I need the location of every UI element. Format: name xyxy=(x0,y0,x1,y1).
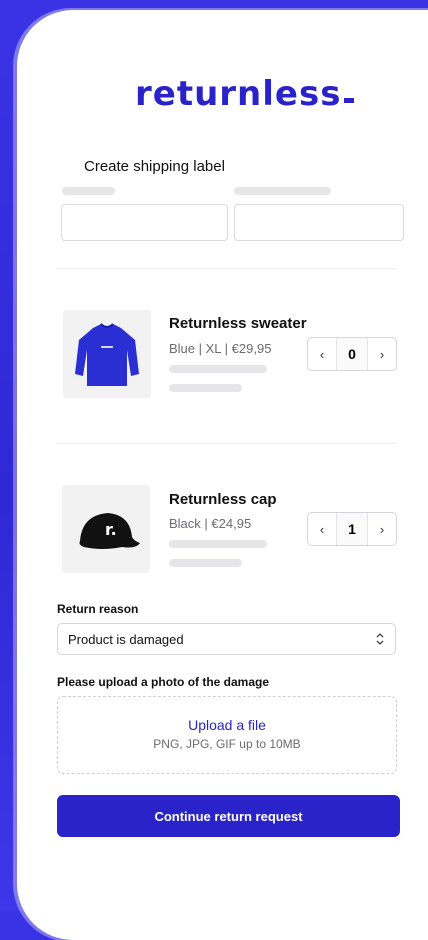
divider xyxy=(57,268,397,269)
decrement-button[interactable]: ‹ xyxy=(308,338,336,370)
continue-return-request-button[interactable]: Continue return request xyxy=(57,795,400,837)
field-label-placeholder-1 xyxy=(62,187,115,195)
upload-hint: PNG, JPG, GIF up to 10MB xyxy=(153,737,301,751)
logo-text: returnless xyxy=(135,74,342,114)
upload-label: Please upload a photo of the damage xyxy=(57,675,270,689)
increment-button[interactable]: › xyxy=(368,513,396,545)
text-field-1[interactable] xyxy=(61,204,228,241)
quantity-stepper-sweater[interactable]: ‹ 0 › xyxy=(307,337,397,371)
quantity-value: 1 xyxy=(336,513,368,545)
product-placeholder-line xyxy=(169,559,242,567)
black-cap-image: r. xyxy=(79,513,140,549)
product-placeholder-line xyxy=(169,384,242,392)
divider xyxy=(57,443,397,444)
product-color: Blue xyxy=(169,341,196,356)
decrement-button[interactable]: ‹ xyxy=(308,513,336,545)
returnless-logo: returnless xyxy=(135,74,355,114)
product-price: €24,95 xyxy=(211,516,252,531)
product-placeholder-line xyxy=(169,365,267,373)
product-size: XL xyxy=(205,341,222,356)
select-chevron-icon xyxy=(376,633,384,645)
product-image-sweater xyxy=(63,310,151,398)
text-field-2[interactable] xyxy=(234,204,404,241)
return-reason-value: Product is damaged xyxy=(68,631,184,647)
logo-mark xyxy=(344,98,355,103)
svg-text:r.: r. xyxy=(105,520,117,539)
product-price: €29,95 xyxy=(231,341,272,356)
upload-file-link[interactable]: Upload a file xyxy=(58,717,396,733)
return-reason-label: Return reason xyxy=(57,602,139,616)
quantity-value: 0 xyxy=(336,338,368,370)
product-details: Blue | XL | €29,95 xyxy=(169,341,272,356)
product-name: Returnless cap xyxy=(169,491,277,508)
file-upload-dropzone[interactable]: Upload a file PNG, JPG, GIF up to 10MB xyxy=(57,696,397,774)
blue-sweater-image xyxy=(75,323,139,386)
product-image-cap: r. xyxy=(62,485,150,573)
product-name: Returnless sweater xyxy=(169,315,307,332)
product-color: Black xyxy=(169,516,201,531)
return-reason-select[interactable]: Product is damaged xyxy=(57,623,396,655)
page-title: Create shipping label xyxy=(84,158,225,175)
increment-button[interactable]: › xyxy=(368,338,396,370)
product-details: Black | €24,95 xyxy=(169,516,252,531)
field-label-placeholder-2 xyxy=(234,187,331,195)
quantity-stepper-cap[interactable]: ‹ 1 › xyxy=(307,512,397,546)
product-placeholder-line xyxy=(169,540,267,548)
